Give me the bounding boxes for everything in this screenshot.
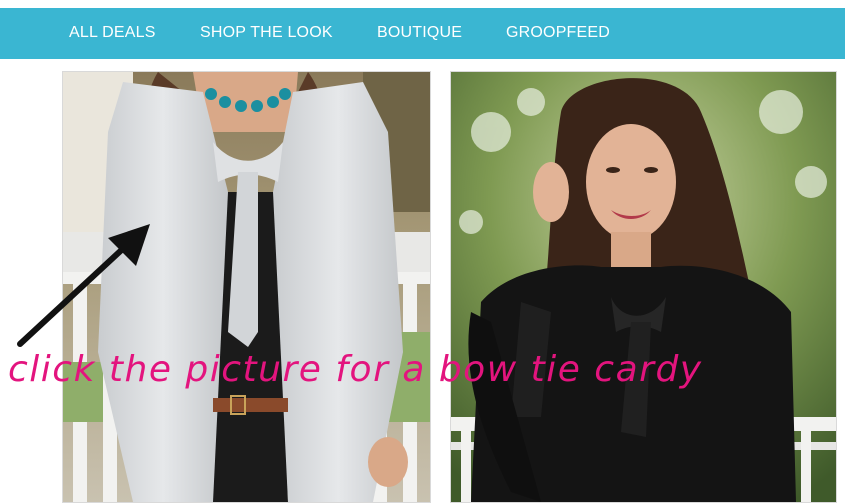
content-area: click the picture for a bow tie cardy bbox=[0, 59, 845, 503]
nav-item-all-deals[interactable]: ALL DEALS bbox=[69, 24, 156, 42]
nav-item-boutique[interactable]: BOUTIQUE bbox=[377, 24, 462, 42]
black-cardigan-image bbox=[451, 72, 836, 502]
product-photo-black-cardigan[interactable] bbox=[450, 71, 837, 503]
nav-item-shop-the-look[interactable]: SHOP THE LOOK bbox=[200, 24, 333, 42]
grey-cardigan-image bbox=[63, 72, 430, 502]
product-photo-grey-cardigan[interactable] bbox=[62, 71, 431, 503]
top-spacer bbox=[0, 0, 845, 8]
nav-item-groopfeed[interactable]: GROOPFEED bbox=[506, 24, 610, 42]
main-nav: ALL DEALS SHOP THE LOOK BOUTIQUE GROOPFE… bbox=[0, 8, 845, 59]
